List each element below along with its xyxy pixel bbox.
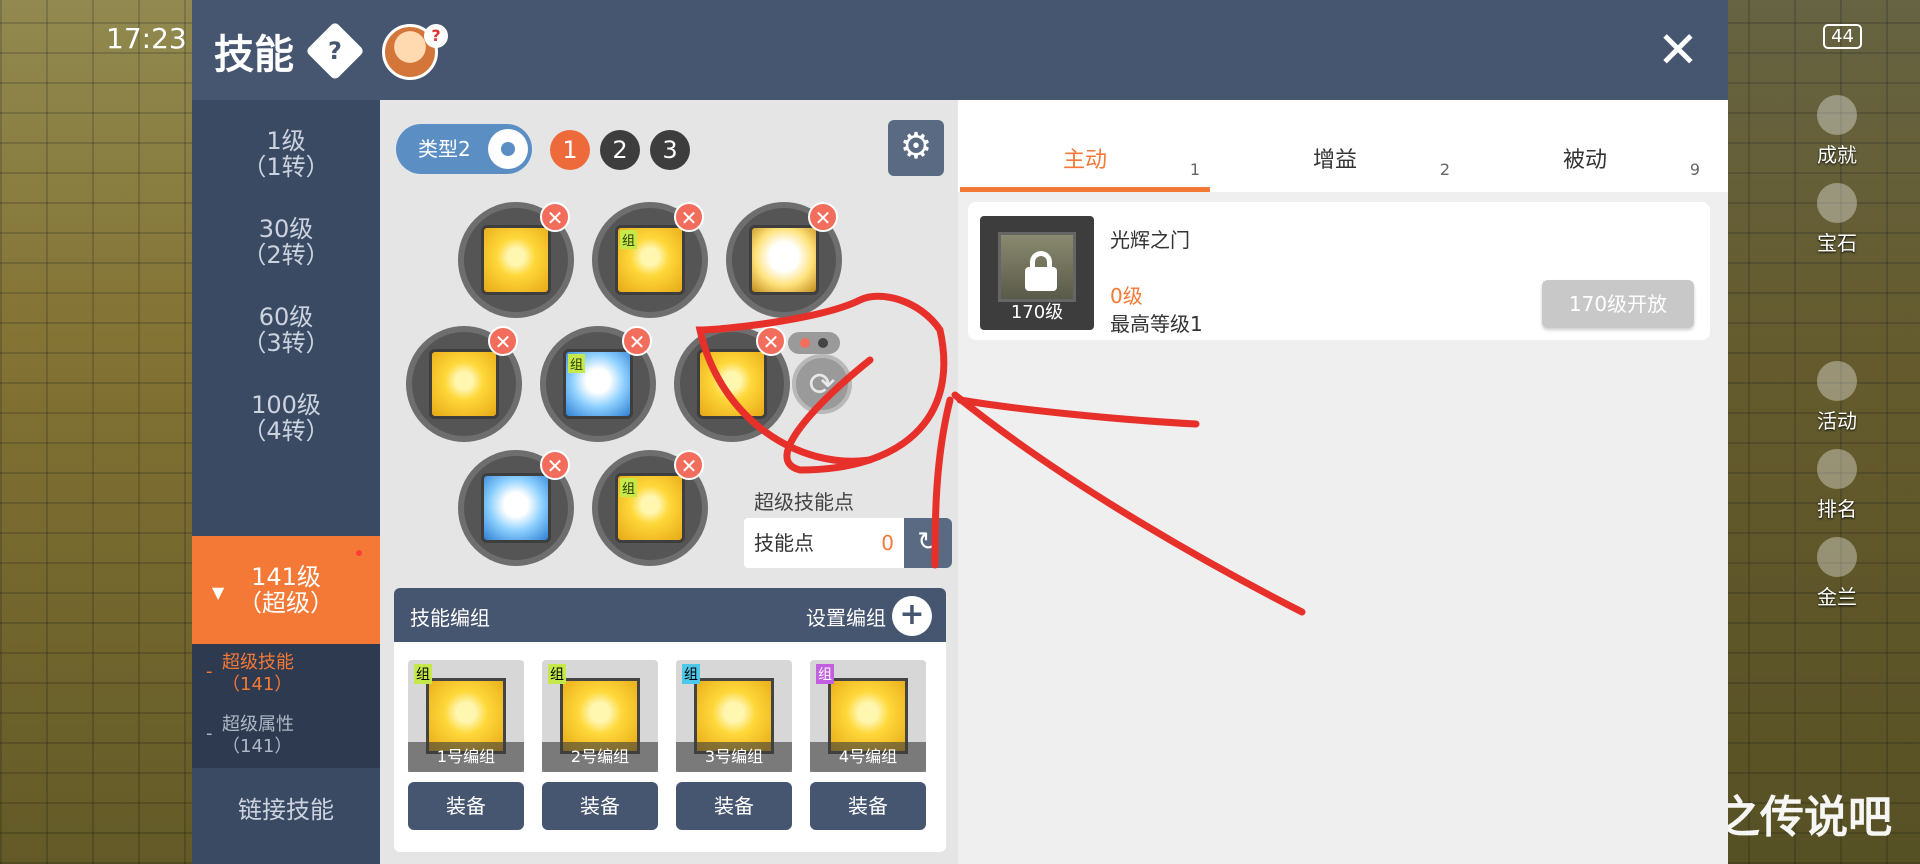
skill-icon: 170级: [980, 216, 1094, 330]
sub-item-super-skill[interactable]: - 超级技能 （141）: [192, 644, 380, 706]
skill-slot-1[interactable]: ✕: [458, 202, 574, 318]
page-title: 技能: [214, 32, 294, 78]
skill-icon: [481, 225, 551, 295]
skill-slot-8[interactable]: 组 ✕: [592, 450, 708, 566]
remove-icon[interactable]: ✕: [488, 326, 518, 356]
skill-points-field: 技能点 0: [744, 518, 904, 568]
nav-item-141[interactable]: ▼ 141级 （超级）: [192, 536, 380, 644]
toggle-knob: [488, 129, 528, 169]
preset-3-button[interactable]: 3: [650, 130, 690, 170]
tab-active[interactable]: 主动 1: [960, 100, 1210, 192]
skill-icon: [697, 349, 767, 419]
page-indicator: [788, 332, 840, 354]
lock-icon: [1025, 251, 1057, 291]
gem-icon: [1817, 183, 1857, 223]
skill-list-panel: 主动 1 增益 2 被动 9 170级 光辉之门 0级 最高等级1 170级开放: [958, 100, 1728, 864]
remove-icon[interactable]: ✕: [622, 326, 652, 356]
skill-level: 0级: [1110, 284, 1143, 308]
hud-menu: 成就 宝石 活动 排名 金兰: [1762, 80, 1912, 610]
skill-group-header: 技能编组 设置编组 +: [394, 588, 946, 642]
nav-item-100[interactable]: 100级 （4转）: [192, 364, 380, 472]
caret-down-icon: ▼: [212, 583, 225, 602]
skill-slot-7[interactable]: ✕: [458, 450, 574, 566]
wings-skill-icon: [429, 349, 499, 419]
close-icon[interactable]: ✕: [1654, 25, 1702, 75]
group-card-4[interactable]: 组 4号编组: [810, 660, 926, 772]
skill-slot-4[interactable]: ✕: [406, 326, 522, 442]
skill-tabs: 主动 1 增益 2 被动 9: [958, 100, 1728, 192]
skill-icon: 组: [563, 349, 633, 419]
skill-slot-2[interactable]: 组 ✕: [592, 202, 708, 318]
group-card-3[interactable]: 组 3号编组: [676, 660, 792, 772]
preset-1-button[interactable]: 1: [550, 130, 590, 170]
remove-icon[interactable]: ✕: [756, 326, 786, 356]
skill-card[interactable]: 170级 光辉之门 0级 最高等级1 170级开放: [968, 202, 1710, 340]
skill-icon: 组: [615, 225, 685, 295]
skill-slots-panel: 类型2 1 2 3 ⚙ ✕ 组 ✕ ✕ ✕ 组 ✕ ✕ ⟳ ✕ 组 ✕ 超级技能点 技…: [380, 100, 958, 864]
group-card-1[interactable]: 组 1号编组: [408, 660, 524, 772]
remove-icon[interactable]: ✕: [540, 450, 570, 480]
group-tag: 组: [568, 354, 586, 373]
hud-achievements[interactable]: 成就: [1762, 80, 1912, 168]
tab-passive[interactable]: 被动 9: [1460, 100, 1710, 192]
skill-name: 光辉之门: [1110, 228, 1190, 252]
question-badge-icon: ?: [424, 24, 448, 48]
swap-icon[interactable]: ⟳: [792, 354, 852, 414]
plus-icon[interactable]: +: [892, 596, 932, 636]
skill-max-level: 最高等级1: [1110, 312, 1203, 336]
remove-icon[interactable]: ✕: [674, 202, 704, 232]
preset-2-button[interactable]: 2: [600, 130, 640, 170]
group-card-2[interactable]: 组 2号编组: [542, 660, 658, 772]
cup-icon: [1817, 449, 1857, 489]
notification-dot: [356, 550, 362, 556]
face-icon: [1817, 537, 1857, 577]
skill-points-value: 0: [881, 531, 894, 555]
game-scene-left: [0, 0, 192, 864]
skill-slot-6[interactable]: ✕: [674, 326, 790, 442]
skill-slot-3[interactable]: ✕: [726, 202, 842, 318]
hud-events[interactable]: 活动: [1762, 346, 1912, 434]
group-tag: 组: [620, 478, 638, 497]
nav-item-link-skill[interactable]: 链接技能: [192, 770, 380, 850]
skill-icon: 组: [615, 473, 685, 543]
equip-button-3[interactable]: 装备: [676, 782, 792, 830]
remove-icon[interactable]: ✕: [808, 202, 838, 232]
unlock-level: 170级: [1010, 302, 1064, 323]
remove-icon[interactable]: ✕: [540, 202, 570, 232]
help-icon[interactable]: ?: [305, 21, 365, 81]
unlock-button[interactable]: 170级开放: [1542, 280, 1694, 328]
remove-icon[interactable]: ✕: [674, 450, 704, 480]
hud-sworn[interactable]: 金兰: [1762, 522, 1912, 610]
skill-window: 技能 ? ? ✕ 1级 （1转） 30级 （2转） 60级 （3转） 100级 （4转）…: [192, 0, 1728, 864]
status-time: 17:23: [106, 22, 187, 55]
reset-icon[interactable]: ↻: [904, 518, 952, 568]
hud-gems[interactable]: 宝石: [1762, 168, 1912, 256]
group-tag: 组: [620, 230, 638, 249]
hud-ranking[interactable]: 排名: [1762, 434, 1912, 522]
gear-icon[interactable]: ⚙: [888, 120, 944, 176]
skill-slot-5[interactable]: 组 ✕: [540, 326, 656, 442]
set-group-button[interactable]: 设置编组: [806, 602, 886, 631]
dragon-skill-icon: [749, 225, 819, 295]
super-sp-title: 超级技能点: [754, 490, 854, 514]
type-toggle[interactable]: 类型2: [396, 124, 532, 174]
sub-item-super-stat[interactable]: - 超级属性 （141）: [192, 706, 380, 768]
equip-button-2[interactable]: 装备: [542, 782, 658, 830]
calendar-icon: [1817, 361, 1857, 401]
dash-skill-icon: [481, 473, 551, 543]
skill-group-panel: 技能编组 设置编组 + 组 1号编组 组 2号编组 组 3号编组 组 4号编组 …: [394, 588, 946, 852]
equip-button-4[interactable]: 装备: [810, 782, 926, 830]
window-header: 技能 ? ? ✕: [192, 0, 1728, 100]
level-nav: 1级 （1转） 30级 （2转） 60级 （3转） 100级 （4转） ▼ 141级 （超…: [192, 100, 380, 864]
tab-buff[interactable]: 增益 2: [1210, 100, 1460, 192]
trophy-icon: [1817, 95, 1857, 135]
battery-icon: 44: [1823, 24, 1862, 49]
equip-button-1[interactable]: 装备: [408, 782, 524, 830]
